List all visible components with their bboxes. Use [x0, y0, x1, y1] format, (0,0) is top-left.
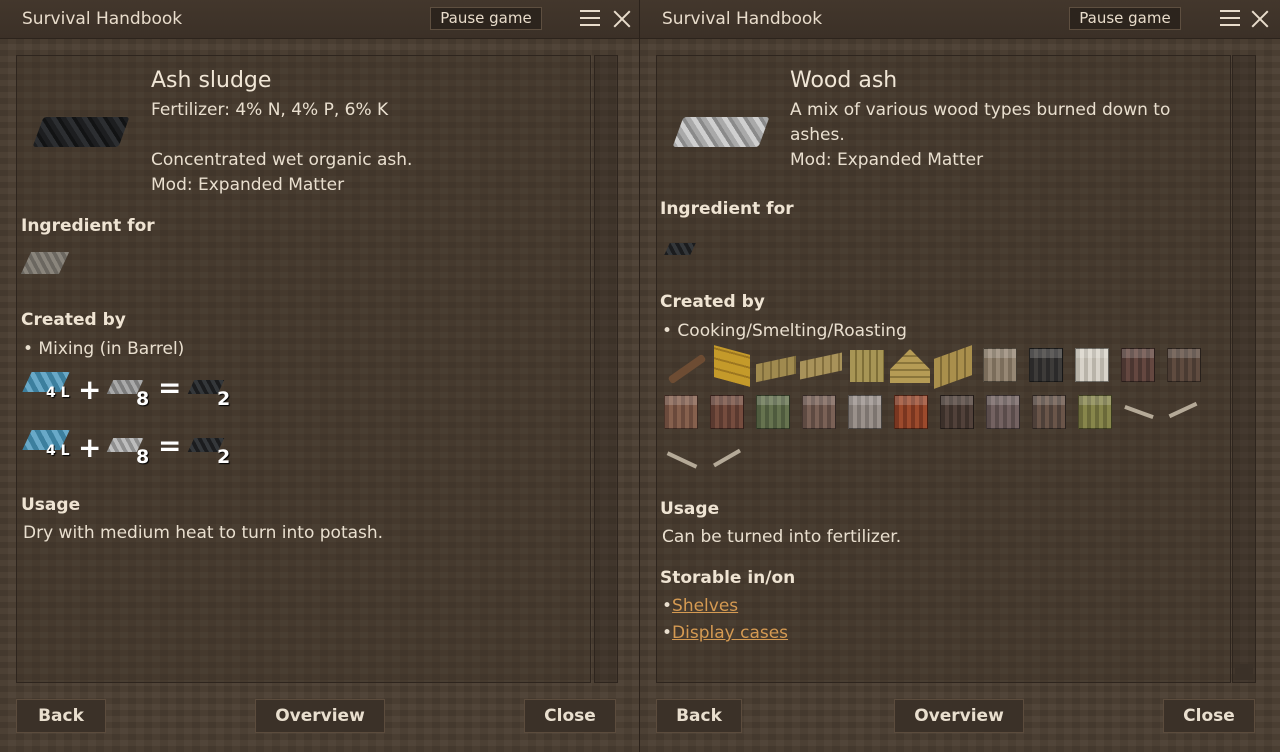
back-button[interactable]: Back [16, 699, 106, 733]
item-mod-line: Mod: Expanded Matter [790, 150, 984, 170]
usage-heading: Usage [660, 499, 720, 519]
display-cases-link[interactable]: Display cases [672, 623, 788, 643]
ingredient-for-heading: Ingredient for [660, 199, 794, 219]
storable-heading: Storable in/on [660, 568, 796, 588]
ingredient-for-heading: Ingredient for [21, 216, 155, 236]
log-block-icon[interactable] [664, 395, 698, 429]
ash-sludge-item-icon [32, 117, 130, 147]
quantity-label: 8 [136, 388, 150, 410]
log-block-icon[interactable] [1078, 395, 1112, 429]
item-description-line: A mix of various wood types burned down … [790, 100, 1171, 120]
item-description-line: ashes. [790, 125, 845, 145]
scroll-thumb[interactable] [1235, 664, 1253, 680]
pause-game-button[interactable]: Pause game [1069, 7, 1181, 30]
item-title: Ash sludge [151, 68, 272, 93]
ash-sludge-icon[interactable] [664, 243, 696, 255]
created-by-heading: Created by [21, 310, 126, 330]
creation-method: • Cooking/Smelting/Roasting [662, 321, 907, 341]
log-block-icon[interactable] [848, 395, 882, 429]
log-block-icon[interactable] [1167, 348, 1201, 382]
title-bar: Survival Handbook Pause game [0, 0, 640, 39]
log-block-icon[interactable] [710, 395, 744, 429]
back-button[interactable]: Back [656, 699, 742, 733]
log-block-icon[interactable] [756, 395, 790, 429]
hamburger-menu-icon[interactable] [580, 10, 600, 28]
plus-sign: + [78, 373, 102, 406]
usage-text: Dry with medium heat to turn into potash… [23, 523, 384, 543]
overview-button[interactable]: Overview [255, 699, 385, 733]
log-block-icon[interactable] [1032, 395, 1066, 429]
storage-list-item: •Display cases [662, 623, 788, 643]
item-description-line: Concentrated wet organic ash. [151, 150, 413, 170]
shelves-link[interactable]: Shelves [672, 596, 738, 616]
plus-sign: + [78, 431, 102, 464]
quantity-label: 4 L [46, 443, 70, 459]
quantity-label: 2 [217, 388, 231, 410]
creation-method: • Mixing (in Barrel) [23, 339, 185, 359]
item-mod-line: Mod: Expanded Matter [151, 175, 345, 195]
handbook-window-right: Survival Handbook Pause game Wood ash A … [640, 0, 1280, 752]
wood-ash-item-icon [672, 117, 770, 147]
quantity-label: 8 [136, 446, 150, 468]
equals-sign: = [158, 429, 182, 462]
hamburger-menu-icon[interactable] [1220, 10, 1240, 28]
close-x-icon[interactable] [1249, 8, 1271, 30]
log-block-icon[interactable] [983, 348, 1017, 382]
log-block-icon[interactable] [986, 395, 1020, 429]
close-button[interactable]: Close [1163, 699, 1255, 733]
close-button[interactable]: Close [524, 699, 616, 733]
window-title: Survival Handbook [662, 9, 823, 29]
scrollbar[interactable] [594, 55, 618, 683]
usage-text: Can be turned into fertilizer. [662, 527, 902, 547]
log-block-icon[interactable] [1029, 348, 1063, 382]
quantity-label: 2 [217, 446, 231, 468]
usage-heading: Usage [21, 495, 81, 515]
title-bar: Survival Handbook Pause game [640, 0, 1280, 39]
equals-sign: = [158, 371, 182, 404]
created-by-heading: Created by [660, 292, 765, 312]
bullet: • [662, 623, 673, 643]
close-x-icon[interactable] [611, 8, 633, 30]
quantity-label: 4 L [46, 385, 70, 401]
item-title: Wood ash [790, 68, 898, 93]
log-block-icon[interactable] [940, 395, 974, 429]
plank-stack-icon[interactable] [850, 350, 884, 382]
pause-game-button[interactable]: Pause game [430, 7, 542, 30]
log-block-icon[interactable] [894, 395, 928, 429]
item-description-line: Fertilizer: 4% N, 4% P, 6% K [151, 100, 389, 120]
log-block-icon[interactable] [1075, 348, 1109, 382]
bullet: • [662, 596, 673, 616]
scrollbar[interactable] [1232, 55, 1256, 683]
overview-button[interactable]: Overview [894, 699, 1024, 733]
handbook-window-left: Survival Handbook Pause game Ash sludge … [0, 0, 640, 752]
storage-list-item: •Shelves [662, 596, 738, 616]
log-block-icon[interactable] [802, 395, 836, 429]
log-block-icon[interactable] [1121, 348, 1155, 382]
window-title: Survival Handbook [22, 9, 183, 29]
